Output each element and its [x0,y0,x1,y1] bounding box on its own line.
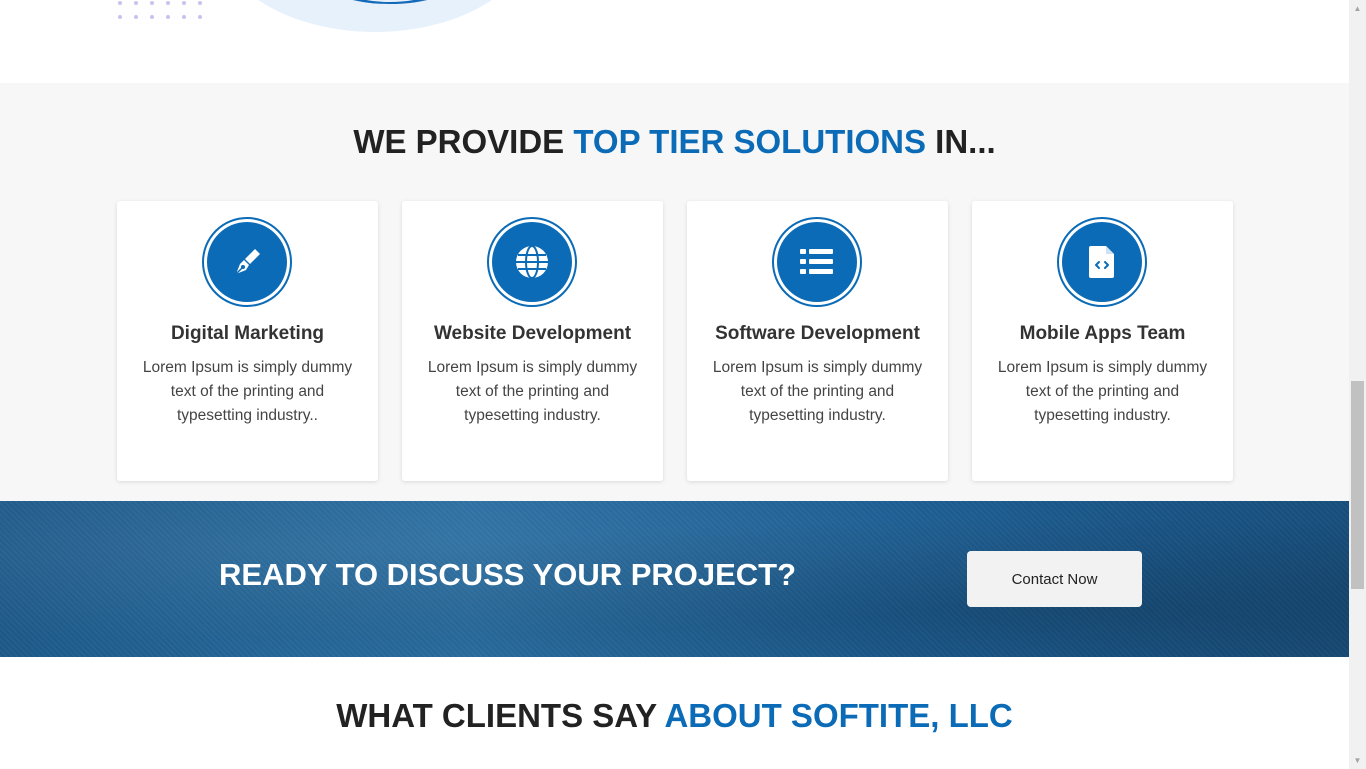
list-icon [777,222,857,302]
hero-blob-decoration [215,0,535,32]
page: WE PROVIDE TOP TIER SOLUTIONS IN... Digi… [0,0,1349,769]
services-heading: WE PROVIDE TOP TIER SOLUTIONS IN... [0,123,1349,161]
globe-icon [492,222,572,302]
scroll-up-arrow-icon[interactable]: ▲ [1349,0,1366,17]
services-section: WE PROVIDE TOP TIER SOLUTIONS IN... Digi… [0,83,1349,501]
vertical-scrollbar[interactable]: ▲ ▼ [1349,0,1366,769]
service-icon-ring [772,217,862,307]
file-code-icon [1062,222,1142,302]
services-heading-suffix: IN... [926,123,996,160]
service-card-website-development: Website Development Lorem Ipsum is simpl… [402,201,663,481]
service-card-digital-marketing: Digital Marketing Lorem Ipsum is simply … [117,201,378,481]
testimonials-heading-prefix: WHAT CLIENTS SAY [336,697,665,734]
services-heading-accent: TOP TIER SOLUTIONS [573,123,926,160]
service-card-text: Lorem Ipsum is simply dummy text of the … [712,359,923,424]
service-card-title: Software Development [715,323,920,344]
service-card-mobile-apps-team: Mobile Apps Team Lorem Ipsum is simply d… [972,201,1233,481]
cta-banner: READY TO DISCUSS YOUR PROJECT? Contact N… [0,501,1349,657]
service-card-software-development: Software Development Lorem Ipsum is simp… [687,201,948,481]
service-card-title: Mobile Apps Team [1019,323,1186,344]
scrollbar-thumb[interactable] [1351,381,1364,589]
service-icon-ring [1057,217,1147,307]
service-card-text: Lorem Ipsum is simply dummy text of the … [997,359,1208,424]
service-card-text: Lorem Ipsum is simply dummy text of the … [142,359,353,424]
scroll-down-arrow-icon[interactable]: ▼ [1349,752,1366,769]
cta-title: READY TO DISCUSS YOUR PROJECT? [219,557,797,592]
service-icon-ring [202,217,292,307]
services-heading-prefix: WE PROVIDE [353,123,574,160]
contact-now-button[interactable]: Contact Now [967,551,1142,607]
service-card-title: Digital Marketing [170,323,325,344]
pen-nib-icon [207,222,287,302]
service-card-text: Lorem Ipsum is simply dummy text of the … [427,359,638,424]
testimonials-heading-accent: ABOUT SOFTITE, LLC [664,697,1013,734]
service-icon-ring [487,217,577,307]
testimonials-section: WHAT CLIENTS SAY ABOUT SOFTITE, LLC [0,657,1349,769]
testimonials-heading: WHAT CLIENTS SAY ABOUT SOFTITE, LLC [0,697,1349,735]
hero-section-remnant [0,0,1349,83]
dot-pattern-decoration [118,1,202,19]
service-card-title: Website Development [433,323,632,344]
